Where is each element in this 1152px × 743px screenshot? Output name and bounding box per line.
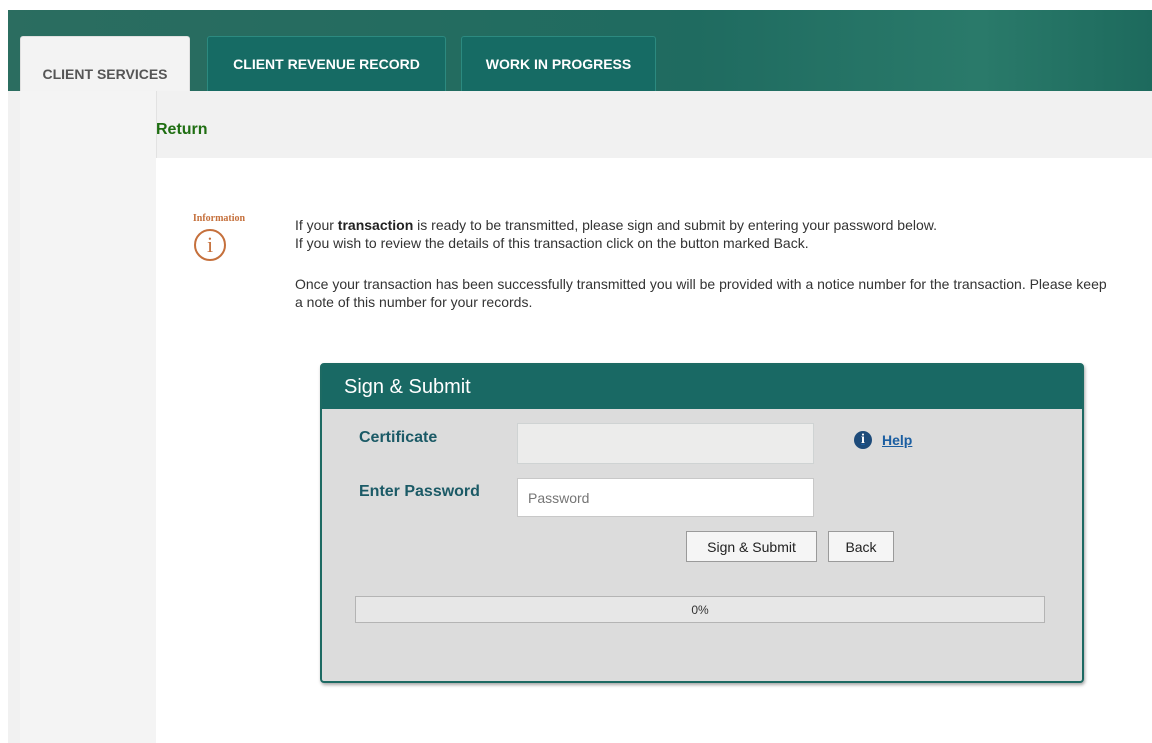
tab-label: CLIENT REVENUE RECORD — [233, 56, 420, 72]
info-line1-before: If your — [295, 217, 338, 233]
tab-label: WORK IN PROGRESS — [485, 56, 632, 72]
info-circle-icon: i — [194, 229, 226, 261]
certificate-field — [517, 423, 814, 464]
back-button[interactable]: Back — [828, 531, 894, 562]
information-icon-title: Information — [192, 213, 246, 224]
tab-client-revenue-record[interactable]: CLIENT REVENUE RECORD — [207, 36, 446, 91]
password-input[interactable] — [517, 478, 814, 517]
help-label: Help — [882, 432, 913, 448]
sign-submit-button[interactable]: Sign & Submit — [686, 531, 817, 562]
certificate-label: Certificate — [359, 429, 438, 446]
top-band — [0, 0, 1152, 10]
password-label: Enter Password — [359, 483, 480, 500]
tab-work-in-progress[interactable]: WORK IN PROGRESS — [461, 36, 656, 91]
dialog-title: Sign & Submit — [322, 365, 1082, 409]
info-message-1: If your transaction is ready to be trans… — [295, 216, 1115, 252]
info-line2: If you wish to review the details of thi… — [295, 235, 809, 251]
progress-text: 0% — [691, 602, 709, 617]
info-message-2: Once your transaction has been successfu… — [295, 276, 1107, 310]
help-link[interactable]: i Help — [854, 431, 912, 449]
information-icon: Information i — [182, 213, 256, 273]
info-line1-bold: transaction — [337, 217, 414, 233]
return-heading: Return — [156, 121, 208, 138]
tab-label: CLIENT SERVICES — [42, 65, 168, 82]
tab-bar: CLIENT SERVICES CLIENT REVENUE RECORD WO… — [8, 10, 1152, 110]
sign-submit-dialog: Sign & Submit Certificate i Help Enter P… — [320, 363, 1084, 683]
info-line1-after: is ready to be transmitted, please sign … — [413, 217, 937, 233]
progress-bar: 0% — [355, 596, 1045, 623]
left-column — [20, 91, 157, 743]
info-icon: i — [854, 431, 872, 449]
